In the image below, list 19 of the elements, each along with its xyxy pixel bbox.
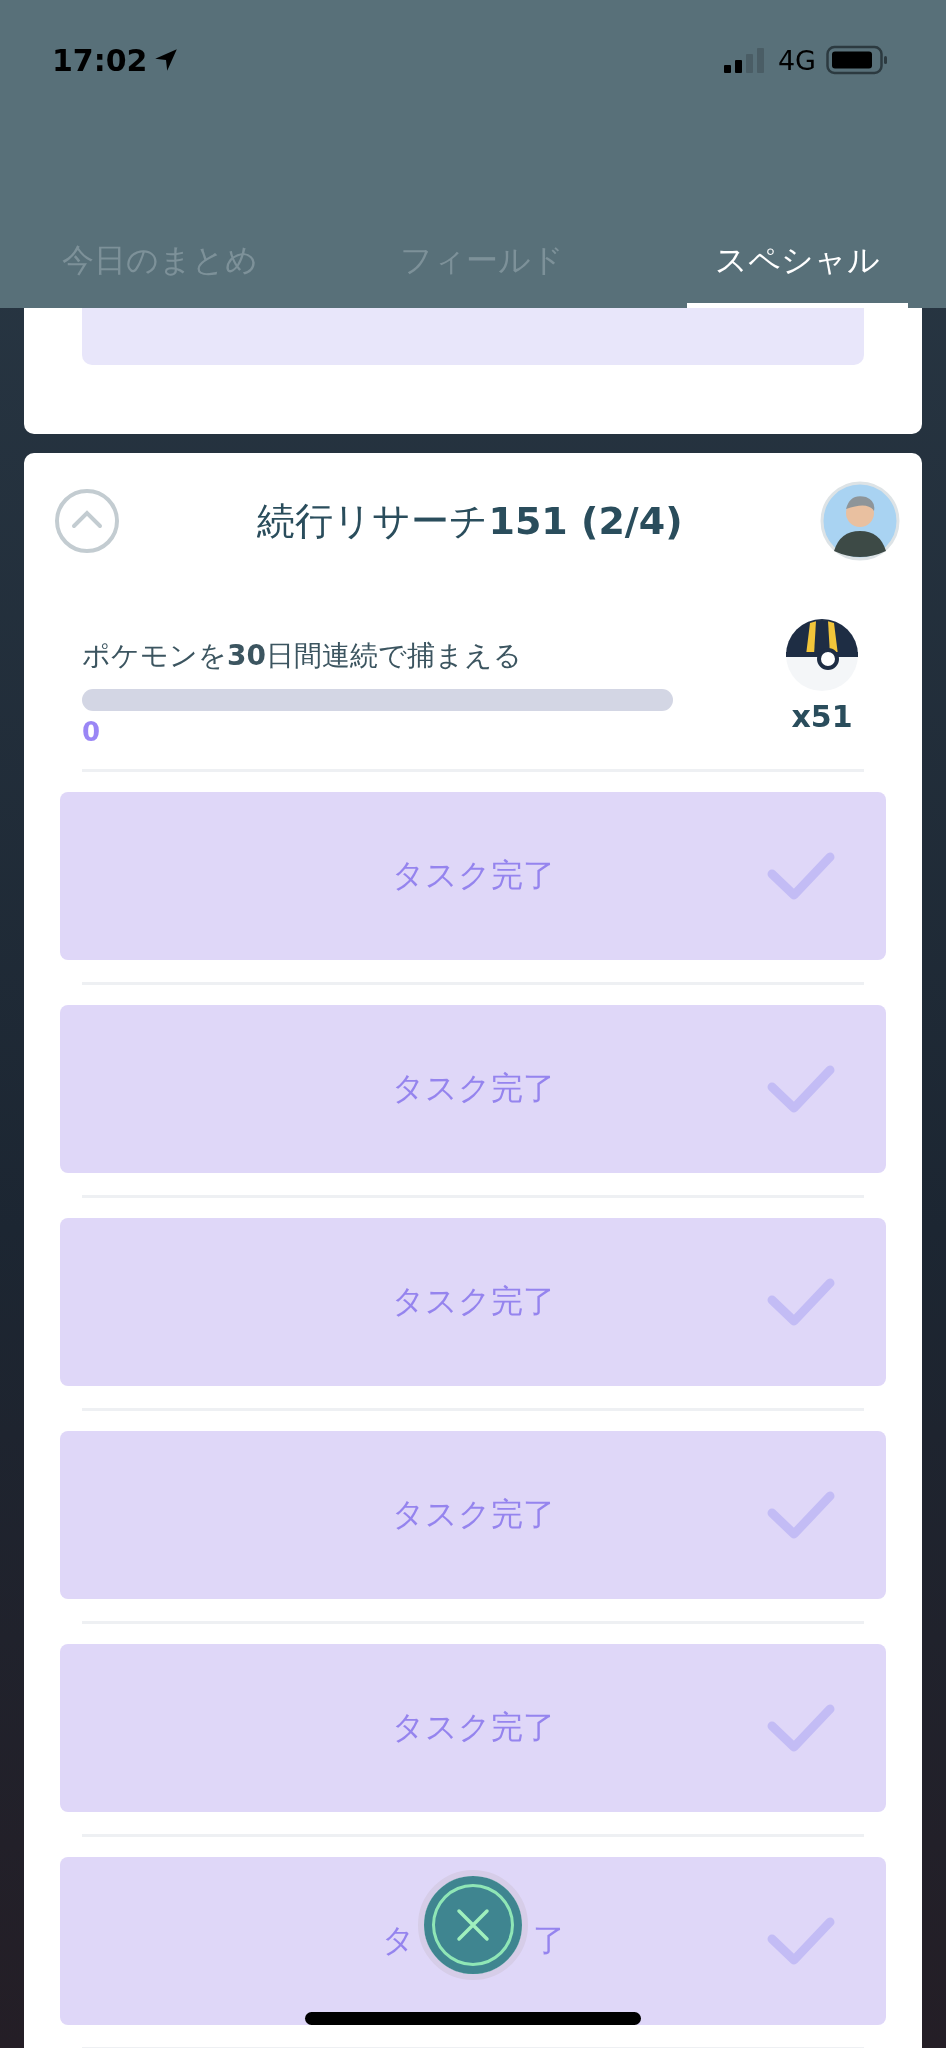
- task-description: ポケモンを30日間連続で捕まえる: [82, 638, 523, 674]
- location-arrow-icon: [153, 48, 178, 72]
- research-title: 続行リサーチ151 (2/4): [256, 497, 684, 545]
- reward-count: x51: [791, 699, 853, 734]
- clock-time: 17:02: [52, 42, 148, 78]
- task-status: タスク完了: [391, 1281, 555, 1322]
- network-label: 4G: [777, 44, 816, 76]
- task-status: 了: [532, 1920, 565, 1961]
- ball-icon: [784, 617, 860, 693]
- task-status: タ: [381, 1920, 415, 1961]
- task-status: タスク完了: [391, 1494, 555, 1535]
- task-status: タスク完了: [391, 1707, 555, 1748]
- task-status: タスク完了: [391, 855, 555, 896]
- collapse-icon[interactable]: [54, 488, 120, 554]
- task-status: タスク完了: [391, 1068, 555, 1109]
- close-icon: [455, 1907, 491, 1943]
- battery-icon: [826, 45, 888, 75]
- progress-count: 0: [82, 717, 102, 747]
- avatar-icon: [820, 481, 900, 561]
